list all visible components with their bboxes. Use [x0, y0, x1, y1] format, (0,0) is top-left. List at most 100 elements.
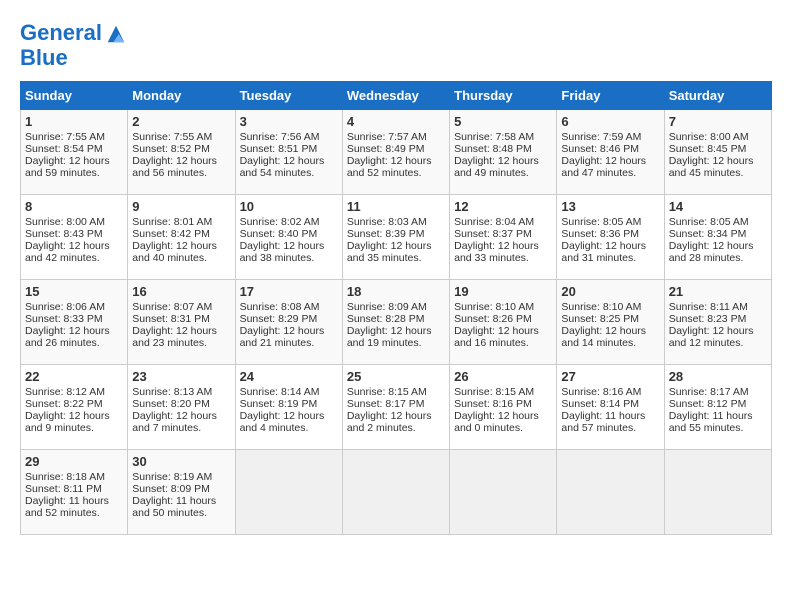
- sunset-label: Sunset: 8:51 PM: [240, 143, 318, 155]
- cell-day-14: 14 Sunrise: 8:05 AM Sunset: 8:34 PM Dayl…: [664, 194, 771, 279]
- daylight-label: Daylight: 11 hours: [669, 410, 753, 422]
- cell-day-15: 15 Sunrise: 8:06 AM Sunset: 8:33 PM Dayl…: [21, 279, 128, 364]
- cell-day-empty-4: [450, 449, 557, 534]
- daylight-mins: and 52 minutes.: [25, 507, 100, 519]
- sunset-label: Sunset: 8:52 PM: [132, 143, 210, 155]
- sunrise-label: Sunrise: 8:11 AM: [669, 301, 748, 313]
- day-number: 16: [132, 284, 230, 299]
- col-saturday: Saturday: [664, 81, 771, 109]
- daylight-mins: and 0 minutes.: [454, 422, 523, 434]
- sunset-label: Sunset: 8:22 PM: [25, 398, 103, 410]
- sunset-label: Sunset: 8:29 PM: [240, 313, 318, 325]
- daylight-label: Daylight: 12 hours: [454, 155, 539, 167]
- week-row-4: 22 Sunrise: 8:12 AM Sunset: 8:22 PM Dayl…: [21, 364, 772, 449]
- cell-day-11: 11 Sunrise: 8:03 AM Sunset: 8:39 PM Dayl…: [342, 194, 449, 279]
- daylight-mins: and 40 minutes.: [132, 252, 207, 264]
- cell-day-6: 6 Sunrise: 7:59 AM Sunset: 8:46 PM Dayli…: [557, 109, 664, 194]
- daylight-mins: and 28 minutes.: [669, 252, 744, 264]
- day-number: 4: [347, 114, 445, 129]
- cell-day-18: 18 Sunrise: 8:09 AM Sunset: 8:28 PM Dayl…: [342, 279, 449, 364]
- day-number: 19: [454, 284, 552, 299]
- day-number: 10: [240, 199, 338, 214]
- daylight-label: Daylight: 11 hours: [132, 495, 216, 507]
- sunrise-label: Sunrise: 8:00 AM: [669, 131, 749, 143]
- daylight-label: Daylight: 12 hours: [347, 155, 432, 167]
- sunrise-label: Sunrise: 8:01 AM: [132, 216, 212, 228]
- sunset-label: Sunset: 8:45 PM: [669, 143, 747, 155]
- sunset-label: Sunset: 8:48 PM: [454, 143, 532, 155]
- sunrise-label: Sunrise: 8:12 AM: [25, 386, 105, 398]
- cell-day-27: 27 Sunrise: 8:16 AM Sunset: 8:14 PM Dayl…: [557, 364, 664, 449]
- header-row: Sunday Monday Tuesday Wednesday Thursday…: [21, 81, 772, 109]
- day-number: 15: [25, 284, 123, 299]
- sunrise-label: Sunrise: 8:06 AM: [25, 301, 105, 313]
- daylight-label: Daylight: 11 hours: [25, 495, 109, 507]
- daylight-label: Daylight: 12 hours: [240, 240, 325, 252]
- daylight-mins: and 59 minutes.: [25, 167, 100, 179]
- cell-day-empty-2: [235, 449, 342, 534]
- cell-day-13: 13 Sunrise: 8:05 AM Sunset: 8:36 PM Dayl…: [557, 194, 664, 279]
- daylight-label: Daylight: 12 hours: [347, 410, 432, 422]
- daylight-label: Daylight: 12 hours: [561, 325, 646, 337]
- daylight-label: Daylight: 12 hours: [347, 240, 432, 252]
- sunset-label: Sunset: 8:26 PM: [454, 313, 532, 325]
- day-number: 29: [25, 454, 123, 469]
- daylight-label: Daylight: 12 hours: [669, 155, 754, 167]
- day-number: 8: [25, 199, 123, 214]
- cell-day-20: 20 Sunrise: 8:10 AM Sunset: 8:25 PM Dayl…: [557, 279, 664, 364]
- sunrise-label: Sunrise: 8:17 AM: [669, 386, 749, 398]
- daylight-label: Daylight: 12 hours: [561, 155, 646, 167]
- daylight-mins: and 42 minutes.: [25, 252, 100, 264]
- daylight-label: Daylight: 12 hours: [132, 155, 217, 167]
- cell-day-19: 19 Sunrise: 8:10 AM Sunset: 8:26 PM Dayl…: [450, 279, 557, 364]
- daylight-mins: and 35 minutes.: [347, 252, 422, 264]
- sunrise-label: Sunrise: 8:18 AM: [25, 471, 105, 483]
- cell-day-22: 22 Sunrise: 8:12 AM Sunset: 8:22 PM Dayl…: [21, 364, 128, 449]
- sunset-label: Sunset: 8:33 PM: [25, 313, 103, 325]
- sunset-label: Sunset: 8:31 PM: [132, 313, 210, 325]
- cell-day-21: 21 Sunrise: 8:11 AM Sunset: 8:23 PM Dayl…: [664, 279, 771, 364]
- daylight-label: Daylight: 12 hours: [240, 410, 325, 422]
- week-row-5: 29 Sunrise: 8:18 AM Sunset: 8:11 PM Dayl…: [21, 449, 772, 534]
- sunset-label: Sunset: 8:12 PM: [669, 398, 747, 410]
- sunset-label: Sunset: 8:34 PM: [669, 228, 747, 240]
- daylight-mins: and 7 minutes.: [132, 422, 201, 434]
- cell-day-empty-6: [664, 449, 771, 534]
- sunset-label: Sunset: 8:19 PM: [240, 398, 318, 410]
- sunrise-label: Sunrise: 7:56 AM: [240, 131, 320, 143]
- page-header: General Blue: [20, 20, 772, 71]
- sunset-label: Sunset: 8:25 PM: [561, 313, 639, 325]
- day-number: 12: [454, 199, 552, 214]
- daylight-mins: and 19 minutes.: [347, 337, 422, 349]
- sunrise-label: Sunrise: 8:19 AM: [132, 471, 212, 483]
- daylight-mins: and 16 minutes.: [454, 337, 529, 349]
- col-tuesday: Tuesday: [235, 81, 342, 109]
- day-number: 21: [669, 284, 767, 299]
- calendar-table: Sunday Monday Tuesday Wednesday Thursday…: [20, 81, 772, 535]
- sunset-label: Sunset: 8:46 PM: [561, 143, 639, 155]
- sunset-label: Sunset: 8:14 PM: [561, 398, 639, 410]
- daylight-label: Daylight: 12 hours: [454, 410, 539, 422]
- day-number: 1: [25, 114, 123, 129]
- sunset-label: Sunset: 8:42 PM: [132, 228, 210, 240]
- daylight-label: Daylight: 12 hours: [132, 410, 217, 422]
- cell-day-23: 23 Sunrise: 8:13 AM Sunset: 8:20 PM Dayl…: [128, 364, 235, 449]
- daylight-mins: and 55 minutes.: [669, 422, 744, 434]
- daylight-label: Daylight: 12 hours: [25, 410, 110, 422]
- sunrise-label: Sunrise: 7:57 AM: [347, 131, 427, 143]
- day-number: 25: [347, 369, 445, 384]
- daylight-label: Daylight: 12 hours: [561, 240, 646, 252]
- day-number: 2: [132, 114, 230, 129]
- daylight-mins: and 4 minutes.: [240, 422, 309, 434]
- sunrise-label: Sunrise: 8:15 AM: [347, 386, 427, 398]
- sunrise-label: Sunrise: 7:59 AM: [561, 131, 641, 143]
- sunrise-label: Sunrise: 8:08 AM: [240, 301, 320, 313]
- daylight-mins: and 50 minutes.: [132, 507, 207, 519]
- sunrise-label: Sunrise: 7:55 AM: [25, 131, 105, 143]
- cell-day-1: 1 Sunrise: 7:55 AM Sunset: 8:54 PM Dayli…: [21, 109, 128, 194]
- daylight-mins: and 2 minutes.: [347, 422, 416, 434]
- sunset-label: Sunset: 8:28 PM: [347, 313, 425, 325]
- daylight-mins: and 21 minutes.: [240, 337, 315, 349]
- sunrise-label: Sunrise: 8:15 AM: [454, 386, 534, 398]
- daylight-mins: and 49 minutes.: [454, 167, 529, 179]
